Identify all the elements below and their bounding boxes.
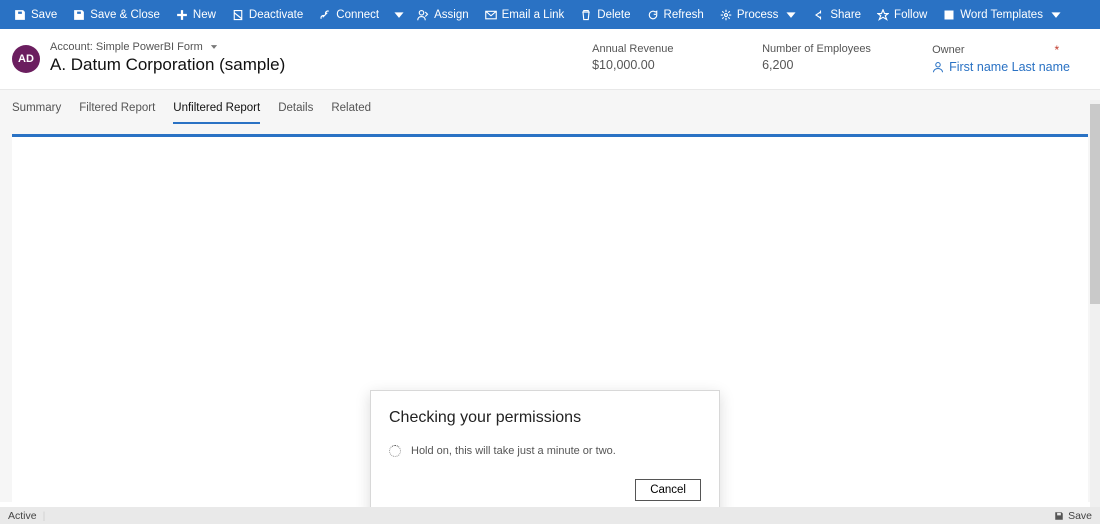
avatar: AD	[12, 45, 40, 73]
process-button[interactable]: Process	[712, 0, 806, 29]
owner-value: First name Last name	[949, 60, 1070, 74]
permissions-dialog: Checking your permissions Hold on, this …	[370, 390, 720, 516]
chevron-down-icon	[393, 9, 405, 21]
plus-icon	[176, 9, 188, 21]
meta-employees: Number of Employees 6,200	[762, 43, 872, 74]
deactivate-button[interactable]: Deactivate	[224, 0, 311, 29]
new-button[interactable]: New	[168, 0, 224, 29]
share-icon	[813, 9, 825, 21]
delete-button[interactable]: Delete	[572, 0, 638, 29]
tab-unfiltered-report[interactable]: Unfiltered Report	[173, 102, 260, 124]
footer-save[interactable]: Save	[1068, 510, 1092, 522]
process-label: Process	[737, 9, 779, 21]
new-label: New	[193, 9, 216, 21]
connect-icon	[319, 9, 331, 21]
save-icon	[14, 9, 26, 21]
spinner-icon	[389, 445, 401, 457]
deactivate-label: Deactivate	[249, 9, 303, 21]
word-templates-button[interactable]: Word Templates	[935, 0, 1070, 29]
save-close-button[interactable]: Save & Close	[65, 0, 168, 29]
status-bar: Active | Save	[0, 507, 1100, 524]
status-text: Active	[8, 510, 37, 522]
refresh-label: Refresh	[664, 9, 704, 21]
word-icon	[943, 9, 955, 21]
assign-label: Assign	[434, 9, 469, 21]
required-indicator: *	[1055, 43, 1060, 57]
meta-owner: Owner * First name Last name	[932, 43, 1070, 74]
employees-label: Number of Employees	[762, 43, 872, 55]
revenue-label: Annual Revenue	[592, 43, 702, 55]
email-link-button[interactable]: Email a Link	[477, 0, 573, 29]
dialog-message: Hold on, this will take just a minute or…	[411, 445, 616, 457]
chevron-down-icon	[1050, 9, 1062, 21]
employees-value: 6,200	[762, 58, 872, 72]
save-label: Save	[31, 9, 57, 21]
deactivate-icon	[232, 9, 244, 21]
owner-link[interactable]: First name Last name	[932, 60, 1070, 74]
chevron-down-icon	[209, 42, 219, 52]
connect-dropdown[interactable]	[387, 0, 409, 29]
refresh-icon	[647, 9, 659, 21]
delete-label: Delete	[597, 9, 630, 21]
tab-related[interactable]: Related	[331, 102, 371, 124]
assign-icon	[417, 9, 429, 21]
tablist: Summary Filtered Report Unfiltered Repor…	[12, 102, 1088, 124]
record-header: AD Account: Simple PowerBI Form A. Datum…	[0, 29, 1100, 89]
tab-filtered-report[interactable]: Filtered Report	[79, 102, 155, 124]
save-close-label: Save & Close	[90, 9, 160, 21]
word-templates-label: Word Templates	[960, 9, 1043, 21]
follow-label: Follow	[894, 9, 927, 21]
tab-details[interactable]: Details	[278, 102, 313, 124]
share-label: Share	[830, 9, 861, 21]
trash-icon	[580, 9, 592, 21]
vertical-scrollbar[interactable]	[1090, 100, 1100, 512]
star-icon	[877, 9, 889, 21]
connect-label: Connect	[336, 9, 379, 21]
page-title: A. Datum Corporation (sample)	[50, 55, 285, 75]
breadcrumb[interactable]: Account: Simple PowerBI Form	[50, 41, 285, 53]
tab-summary[interactable]: Summary	[12, 102, 61, 124]
save-close-icon	[73, 9, 85, 21]
email-link-label: Email a Link	[502, 9, 565, 21]
owner-label: Owner	[932, 44, 964, 56]
email-icon	[485, 9, 497, 21]
dialog-title: Checking your permissions	[389, 409, 701, 427]
chevron-down-icon	[785, 9, 797, 21]
cancel-button[interactable]: Cancel	[635, 479, 701, 501]
follow-button[interactable]: Follow	[869, 0, 935, 29]
gear-icon	[720, 9, 732, 21]
assign-button[interactable]: Assign	[409, 0, 477, 29]
meta-revenue: Annual Revenue $10,000.00	[592, 43, 702, 74]
breadcrumb-text: Account: Simple PowerBI Form	[50, 41, 203, 53]
save-icon	[1054, 511, 1064, 521]
revenue-value: $10,000.00	[592, 58, 702, 72]
refresh-button[interactable]: Refresh	[639, 0, 712, 29]
scroll-thumb[interactable]	[1090, 104, 1100, 304]
share-button[interactable]: Share	[805, 0, 869, 29]
person-icon	[932, 61, 944, 73]
connect-button[interactable]: Connect	[311, 0, 387, 29]
save-button[interactable]: Save	[6, 0, 65, 29]
